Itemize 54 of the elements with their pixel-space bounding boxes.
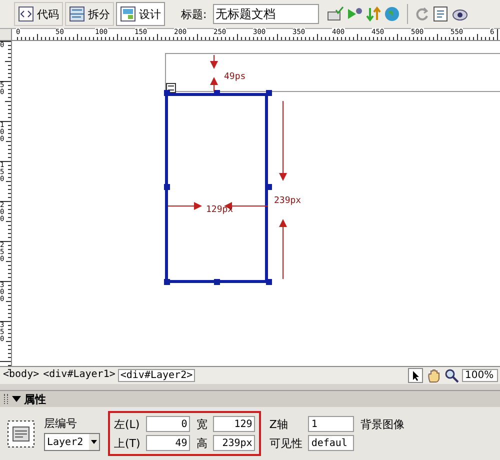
field-label: 层编号 — [44, 416, 78, 431]
tag-selector[interactable]: <div#Layer1> — [42, 368, 116, 382]
resize-handle[interactable] — [164, 184, 170, 190]
tag-selector[interactable]: <div#Layer2> — [118, 368, 195, 382]
view-tab[interactable]: 设计 — [116, 2, 165, 26]
visibility-dropdown[interactable]: defaul — [308, 435, 354, 451]
expand-triangle-icon — [12, 395, 21, 403]
field-label: 可见性 — [269, 436, 302, 450]
layer-icon — [6, 418, 36, 448]
panel-title-text: 属性 — [24, 392, 46, 406]
list-icon[interactable] — [432, 6, 450, 22]
field-label: 高 — [196, 436, 208, 450]
up-down-arrows-icon[interactable] — [364, 6, 382, 22]
view-tab[interactable]: 代码 — [14, 2, 63, 26]
dimension-label: 239px — [274, 196, 302, 206]
validate-icon[interactable] — [326, 6, 344, 22]
number-field[interactable]: 49 — [146, 435, 190, 451]
z-index-field[interactable]: 1 — [308, 416, 354, 432]
title-field[interactable]: 无标题文档 — [212, 4, 319, 24]
resize-handle[interactable] — [266, 184, 272, 190]
panel-title[interactable]: 属性 — [12, 392, 46, 406]
hand-icon[interactable] — [426, 368, 441, 383]
dimension-label: 49ps — [224, 72, 246, 82]
title-label: 标题: — [181, 6, 207, 22]
number-field[interactable]: 0 — [146, 416, 190, 432]
zoom-field[interactable]: 100% — [462, 368, 498, 382]
view-tab[interactable]: 拆分 — [65, 2, 114, 26]
panel-grip-icon[interactable] — [4, 394, 8, 404]
zoom-icon[interactable] — [444, 368, 459, 383]
resize-handle[interactable] — [164, 279, 170, 286]
dropdown-value: Layer2 — [47, 436, 84, 448]
field-label: 背景图像 — [360, 416, 404, 432]
arrow — [168, 202, 202, 210]
layer-id-dropdown[interactable]: Layer2 — [44, 433, 100, 451]
field-label: 宽 — [196, 416, 208, 432]
code-view-icon — [18, 6, 34, 22]
resize-handle[interactable] — [164, 90, 170, 96]
field-label: 上(T) — [114, 436, 140, 450]
field-label: Z轴 — [269, 416, 289, 432]
field-label: 左(L) — [114, 416, 140, 432]
tag-selector[interactable]: <body> — [2, 368, 40, 382]
arrow — [209, 77, 219, 92]
arrow — [209, 55, 219, 70]
arrow — [279, 219, 287, 280]
layer-anchor-icon[interactable] — [166, 83, 176, 94]
globe-icon[interactable] — [384, 6, 401, 22]
split-view-icon — [69, 6, 85, 22]
resize-handle[interactable] — [266, 90, 272, 96]
resize-handle[interactable] — [266, 279, 272, 286]
number-field[interactable]: 239px — [213, 435, 256, 451]
design-view-icon — [120, 6, 136, 22]
number-field[interactable]: 129 — [213, 416, 256, 432]
pointer-icon[interactable] — [408, 368, 423, 383]
selected-layer-box[interactable] — [165, 93, 268, 284]
